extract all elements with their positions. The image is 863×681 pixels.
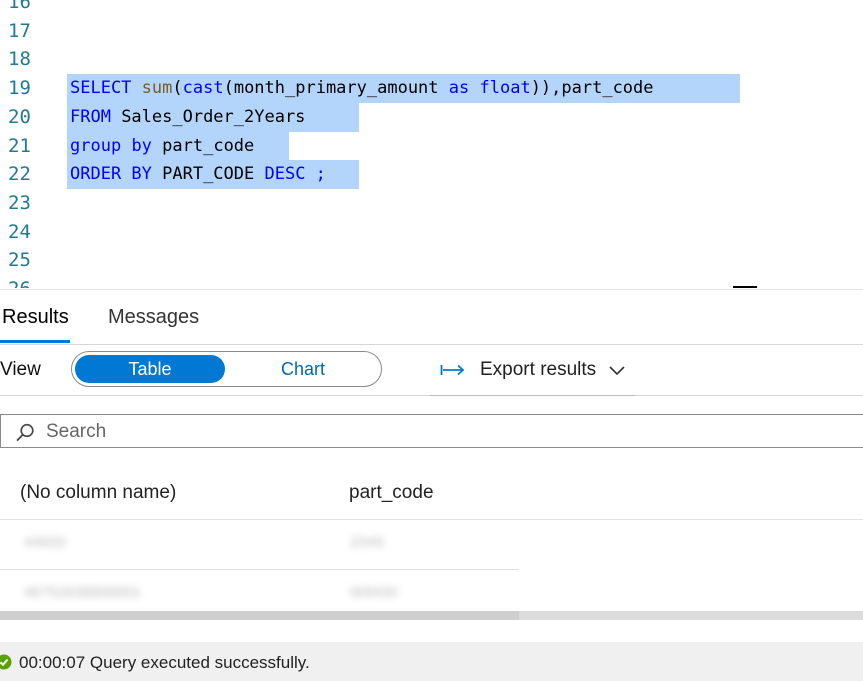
code-text: FROM Sales_Order_2Years — [70, 103, 316, 132]
text-cursor — [733, 286, 757, 288]
export-results-button[interactable]: Export results — [440, 359, 640, 381]
column-header-no-column-name[interactable]: (No column name) — [20, 482, 176, 504]
view-toggle: Table Chart — [71, 351, 382, 387]
status-message: 00:00:07 Query executed successfully. — [19, 653, 310, 672]
success-check-icon — [0, 654, 12, 670]
scrollbar-thumb[interactable] — [0, 611, 519, 620]
editor-line[interactable]: 16 — [0, 0, 863, 17]
chart-view-button[interactable]: Chart — [228, 355, 378, 383]
divider — [430, 395, 635, 396]
sql-identifier: (month_primary_amount — [223, 78, 449, 99]
search-icon — [16, 423, 34, 442]
line-number: 26 — [8, 275, 48, 288]
sql-identifier: part_code — [151, 135, 265, 156]
editor-line[interactable]: 18 — [0, 45, 863, 74]
line-number: 21 — [8, 134, 31, 157]
sql-keyword: group — [70, 135, 122, 156]
table-cell: Z045 — [350, 534, 385, 551]
tab-results[interactable]: Results — [2, 306, 69, 329]
sql-function: sum — [141, 78, 173, 99]
sql-keyword: ORDER BY — [70, 164, 152, 185]
search-box — [0, 414, 863, 448]
editor-line[interactable]: 17 — [0, 17, 863, 46]
sql-keyword: as — [448, 78, 470, 99]
sql-keyword: SELECT — [70, 78, 132, 99]
sql-identifier — [131, 78, 141, 98]
line-number: 19 — [8, 77, 31, 100]
line-number: 22 — [8, 163, 31, 186]
line-number: 16 — [8, 0, 31, 13]
table-cell: 46752638800001 — [24, 584, 141, 601]
export-results-label: Export results — [480, 359, 597, 380]
editor-line[interactable]: 25 — [0, 246, 863, 275]
sql-identifier: )),part_code — [530, 78, 664, 99]
sql-identifier — [121, 136, 131, 156]
sql-keyword: ; — [305, 164, 326, 185]
column-header-part-code[interactable]: part_code — [349, 482, 434, 504]
line-number: 24 — [8, 220, 31, 243]
editor-line[interactable]: 23 — [0, 189, 863, 218]
horizontal-scrollbar[interactable] — [0, 611, 863, 620]
results-tabs: Results Messages — [0, 289, 863, 345]
table-cell: 44920 — [24, 534, 66, 551]
editor-line[interactable]: 21 group by part_code — [0, 131, 863, 161]
editor-line[interactable]: 22 ORDER BY PART_CODE DESC ; — [0, 160, 863, 190]
table-view-button[interactable]: Table — [75, 355, 225, 383]
code-text: group by part_code — [70, 132, 265, 161]
code-text: SELECT sum(cast(month_primary_amount as … — [70, 74, 664, 103]
export-arrow-icon — [440, 364, 465, 376]
line-number: 23 — [8, 191, 31, 214]
sql-keyword: cast — [182, 78, 224, 99]
tab-messages[interactable]: Messages — [108, 306, 199, 329]
line-number: 18 — [8, 48, 31, 71]
sql-keyword: DESC — [264, 164, 306, 185]
sql-identifier: ( — [172, 78, 183, 99]
status-bar: 00:00:07 Query executed successfully. — [0, 642, 863, 681]
sql-identifier: Sales_Order_2Years — [110, 106, 316, 127]
view-label: View — [0, 359, 41, 380]
results-grid: (No column name) part_code 44920 Z045 46… — [0, 462, 863, 612]
editor-line[interactable]: 20 FROM Sales_Order_2Years — [0, 102, 863, 132]
code-text: ORDER BY PART_CODE DESC ; — [70, 160, 326, 189]
table-row[interactable]: 44920 Z045 — [0, 519, 863, 570]
search-input[interactable] — [44, 418, 828, 446]
sql-identifier: PART_CODE — [151, 164, 265, 185]
editor-line[interactable]: 19 SELECT sum(cast(month_primary_amount a… — [0, 74, 863, 104]
sql-keyword: float — [479, 78, 531, 99]
view-toolbar: View Table Chart Export results — [0, 343, 863, 397]
editor-line[interactable]: 24 — [0, 218, 863, 247]
sql-keyword: by — [131, 135, 152, 156]
chevron-down-icon — [609, 366, 625, 376]
table-cell: W9430 — [350, 584, 398, 601]
sql-identifier — [469, 78, 479, 98]
line-number: 25 — [8, 249, 31, 272]
line-number: 17 — [8, 19, 31, 42]
sql-keyword: FROM — [70, 106, 111, 127]
sql-editor[interactable]: 16 17 18 19 SELECT sum(cast(month_primary_am… — [0, 0, 863, 288]
line-number: 20 — [8, 105, 31, 128]
